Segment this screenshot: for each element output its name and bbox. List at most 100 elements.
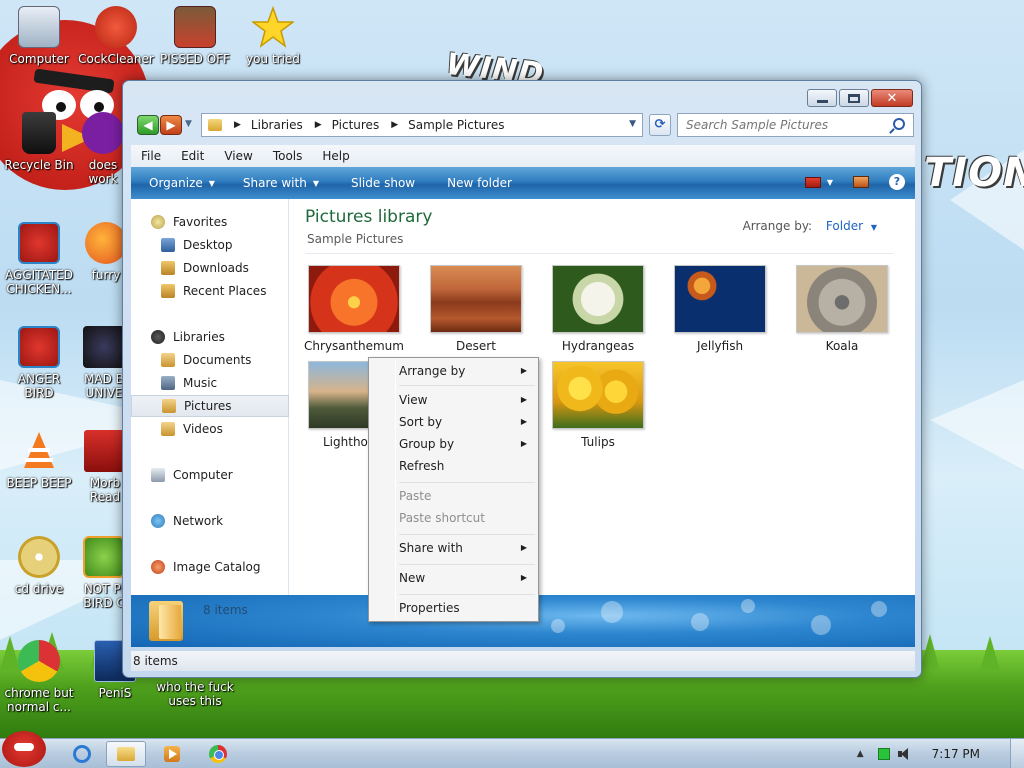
- search-input[interactable]: [678, 114, 878, 136]
- address-dropdown-icon[interactable]: ▼: [629, 119, 636, 129]
- breadcrumb-libraries[interactable]: Libraries: [251, 118, 303, 132]
- desktop-icon-cd-drive[interactable]: cd drive: [0, 536, 78, 596]
- desktop-icon-recycle-bin[interactable]: Recycle Bin: [0, 112, 78, 172]
- menu-item-share-with[interactable]: Share with ▶: [399, 538, 537, 558]
- submenu-arrow-icon: ▶: [520, 573, 527, 582]
- desktop-icon-label: AGGITATED: [5, 268, 73, 282]
- nav-downloads[interactable]: Downloads: [131, 257, 289, 279]
- menu-view[interactable]: View: [214, 149, 262, 163]
- desktop-icon-star[interactable]: you tried: [234, 5, 312, 66]
- minimize-button[interactable]: [807, 89, 837, 107]
- desktop-icon-label-2: uses this: [168, 694, 222, 708]
- space-game-icon: [83, 326, 125, 368]
- nav-videos[interactable]: Videos: [131, 418, 289, 440]
- close-button[interactable]: ✕: [871, 89, 913, 107]
- picture-item[interactable]: Desert: [421, 265, 531, 353]
- desktop-icon-beep[interactable]: BEEP BEEP: [0, 430, 78, 490]
- preview-pane-icon[interactable]: [853, 176, 869, 188]
- downloads-icon: [161, 261, 175, 275]
- breadcrumb-separator-icon[interactable]: ▶: [391, 120, 398, 130]
- forward-button[interactable]: ▶: [160, 115, 182, 135]
- breadcrumb-sample-pictures[interactable]: Sample Pictures: [408, 118, 504, 132]
- slide-show-button[interactable]: Slide show: [333, 176, 429, 190]
- menu-item-arrange-by[interactable]: Arrange by ▶: [399, 361, 537, 381]
- nav-documents[interactable]: Documents: [131, 349, 289, 371]
- desktop-icon-yahoo[interactable]: does work: [78, 112, 128, 186]
- taskbar-media-player[interactable]: [152, 741, 192, 767]
- view-dropdown-icon[interactable]: ▼: [827, 178, 833, 187]
- nav-desktop[interactable]: Desktop: [131, 234, 289, 256]
- start-button[interactable]: [2, 731, 46, 767]
- taskbar-ie[interactable]: [62, 741, 102, 767]
- help-icon[interactable]: ?: [889, 174, 905, 190]
- nav-label: Desktop: [183, 238, 233, 252]
- menu-item-sort-by[interactable]: Sort by ▶: [399, 412, 537, 432]
- nav-image-catalog[interactable]: Image Catalog: [131, 556, 289, 578]
- desktop-icon-aggitated[interactable]: AGGITATED CHICKEN...: [0, 222, 78, 296]
- share-with-label: Share with: [242, 176, 307, 190]
- command-bar-right: ▼ ?: [804, 174, 905, 190]
- refresh-button[interactable]: ⟳: [649, 114, 671, 136]
- desktop-icon-label: ANGER: [17, 372, 61, 386]
- nav-computer[interactable]: Computer: [131, 464, 289, 486]
- desktop-icon-cleaner[interactable]: CockCleaner: [77, 6, 155, 66]
- volume-icon[interactable]: [897, 748, 910, 760]
- battery-icon[interactable]: [877, 748, 890, 760]
- desktop-icon-anger-bird[interactable]: ANGER BIRD: [0, 326, 78, 400]
- clock[interactable]: 7:17 PM: [932, 747, 980, 761]
- nav-network[interactable]: Network: [131, 510, 289, 532]
- taskbar-explorer[interactable]: [106, 741, 146, 767]
- computer-icon: [151, 468, 165, 482]
- show-desktop-button[interactable]: [1010, 739, 1024, 768]
- menu-item-refresh[interactable]: Refresh: [399, 456, 537, 476]
- desktop-icon-who[interactable]: who the fuck uses this: [150, 680, 240, 708]
- picture-item[interactable]: Chrysanthemum: [299, 265, 409, 353]
- address-bar[interactable]: ▶ Libraries ▶ Pictures ▶ Sample Pictures…: [201, 113, 643, 137]
- change-view-icon[interactable]: [804, 176, 821, 188]
- nav-favorites[interactable]: Favorites: [131, 211, 289, 233]
- nav-recent-places[interactable]: Recent Places: [131, 280, 289, 302]
- share-with-button[interactable]: Share with ▼: [229, 176, 333, 190]
- desktop-icon-chrome[interactable]: chrome but normal c...: [0, 640, 78, 714]
- breadcrumb-separator-icon[interactable]: ▶: [315, 120, 322, 130]
- desktop-icon-computer[interactable]: Computer: [0, 6, 78, 66]
- picture-item[interactable]: Jellyfish: [665, 265, 775, 353]
- menu-item-label: View: [399, 393, 428, 407]
- menu-edit[interactable]: Edit: [171, 149, 214, 163]
- menu-tools[interactable]: Tools: [263, 149, 313, 163]
- nav-libraries[interactable]: Libraries: [131, 326, 289, 348]
- tulips-thumbnail: [552, 361, 644, 429]
- search-icon[interactable]: [893, 118, 905, 130]
- organize-button[interactable]: Organize ▼: [131, 176, 229, 190]
- window-controls: ✕: [807, 89, 913, 107]
- maximize-button[interactable]: [839, 89, 869, 107]
- arrange-by-dropdown[interactable]: Folder: [826, 219, 863, 233]
- menu-file[interactable]: File: [131, 149, 171, 163]
- context-menu-gutter: [395, 360, 396, 619]
- history-dropdown-icon[interactable]: ▼: [185, 119, 192, 129]
- nav-music[interactable]: Music: [131, 372, 289, 394]
- nav-label: Computer: [173, 468, 233, 482]
- back-button[interactable]: ◀: [137, 115, 159, 135]
- menu-item-view[interactable]: View ▶: [399, 390, 537, 410]
- desktop-icon-not-pi[interactable]: NOT PI BIRD C: [80, 536, 128, 610]
- nav-label: Recent Places: [183, 284, 267, 298]
- nav-pictures[interactable]: Pictures: [131, 395, 289, 417]
- taskbar-chrome[interactable]: [198, 741, 238, 767]
- picture-item[interactable]: Hydrangeas: [543, 265, 653, 353]
- cd-drive-icon: [18, 536, 60, 578]
- picture-item[interactable]: Tulips: [543, 361, 653, 449]
- show-hidden-icons-icon[interactable]: ▲: [857, 749, 864, 759]
- menu-item-new[interactable]: New ▶: [399, 568, 537, 588]
- menu-item-group-by[interactable]: Group by ▶: [399, 434, 537, 454]
- breadcrumb-pictures[interactable]: Pictures: [332, 118, 380, 132]
- chevron-down-icon[interactable]: ▼: [871, 223, 877, 232]
- menu-item-label: Share with: [399, 541, 463, 555]
- search-box[interactable]: [677, 113, 914, 137]
- menu-help[interactable]: Help: [312, 149, 359, 163]
- new-folder-button[interactable]: New folder: [429, 176, 526, 190]
- desktop-icon-mad-b[interactable]: MAD B UNIVE: [80, 326, 128, 400]
- menu-item-properties[interactable]: Properties: [399, 598, 537, 618]
- picture-item[interactable]: Koala: [787, 265, 897, 353]
- desktop-icon-seasons[interactable]: PISSED OFF: [156, 6, 234, 66]
